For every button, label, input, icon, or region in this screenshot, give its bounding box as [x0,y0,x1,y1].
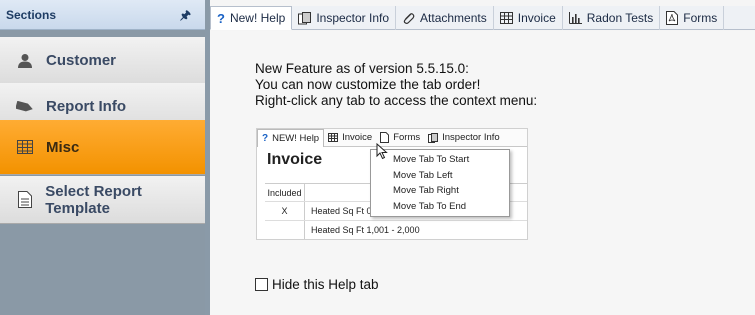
tab-label: Invoice [517,11,556,25]
inspector-icon [298,11,312,25]
hide-help-option[interactable]: Hide this Help tab [255,277,379,292]
demo-tab-label: Forms [393,132,421,143]
sections-panel: Sections 🖈 Customer Report Info Misc Sel… [0,0,205,315]
table-cell: X [265,202,305,220]
grid-icon [499,12,513,24]
pin-icon[interactable]: 🖈 [180,6,191,27]
help-text: New Feature as of version 5.5.15.0: You … [255,61,537,109]
tab-label: Inspector Info [316,11,390,25]
document-icon [14,191,35,208]
table-row: Heated Sq Ft 1,001 - 2,000 [265,221,527,239]
table-header-included: Included [265,184,305,201]
demo-tab: Inspector Info [424,129,504,147]
tab-invoice[interactable]: Invoice [494,6,563,30]
sidebar-item-label: Customer [46,52,117,69]
bar-chart-icon [568,12,582,24]
menu-item: Move Tab To End [393,200,467,212]
inspector-icon [428,132,439,143]
demo-context-menu: Move Tab To Start Move Tab Left Move Tab… [370,149,510,217]
tab-new-help[interactable]: ? New! Help [210,6,293,30]
sections-title: Sections [6,8,57,22]
table-cell [265,221,305,239]
help-line: Right-click any tab to access the contex… [255,93,538,108]
tab-label: Forms [683,11,718,25]
demo-tab-label: NEW! Help [272,132,320,144]
tab-label: Radon Tests [586,11,654,25]
tag-icon [14,100,36,113]
sidebar-item-customer[interactable]: Customer [0,37,205,85]
table-cell: Heated Sq Ft 1,001 - 2,000 [311,225,420,235]
sidebar-item-label: Select Report Template [45,182,142,217]
menu-item: Move Tab Left [393,169,453,181]
demo-tab-label: Inspector Info [442,132,500,143]
tab-bar: ? New! Help Inspector Info Attachments I… [210,6,755,30]
sections-header: Sections 🖈 [0,0,205,30]
sidebar-item-misc[interactable]: Misc [0,120,205,175]
pdf-icon [666,11,679,25]
menu-item: Move Tab To Start [393,154,470,166]
tab-label: Attachments [420,11,487,25]
pdf-icon [380,132,390,143]
tab-inspector-info[interactable]: Inspector Info [292,6,397,30]
hide-help-checkbox[interactable] [255,278,268,291]
grid-icon [14,140,36,154]
tab-attachments[interactable]: Attachments [396,6,494,30]
sidebar-item-label: Report Info [46,98,126,115]
help-line: New Feature as of version 5.5.15.0: [255,61,469,76]
demo-tab: Invoice [324,129,376,147]
paperclip-icon [402,12,415,25]
sidebar-item-select-report-template[interactable]: Select Report Template [0,176,205,224]
tab-order-demo-image: ? NEW! Help Invoice Forms Inspector Info… [256,128,528,240]
help-pane: New Feature as of version 5.5.15.0: You … [210,31,755,315]
hide-help-label: Hide this Help tab [272,277,379,292]
tab-radon-tests[interactable]: Radon Tests [563,6,661,30]
grid-icon [328,133,339,142]
tab-forms[interactable]: Forms [660,6,725,30]
help-icon: ? [217,10,225,26]
help-line: You can now customize the tab order! [255,77,481,92]
demo-tab: ? NEW! Help [257,129,325,147]
help-icon: ? [262,132,269,144]
mouse-cursor-icon [376,142,388,165]
demo-tab-bar: ? NEW! Help Invoice Forms Inspector Info [257,129,527,147]
menu-item: Move Tab Right [393,185,459,197]
demo-tab-label: Invoice [342,132,373,143]
demo-title: Invoice [267,151,323,168]
person-icon [14,53,36,69]
sidebar-item-label: Misc [46,138,80,156]
tab-label: New! Help [229,11,286,25]
content-area: ? New! Help Inspector Info Attachments I… [210,0,755,315]
sidebar-empty-area [0,224,205,315]
